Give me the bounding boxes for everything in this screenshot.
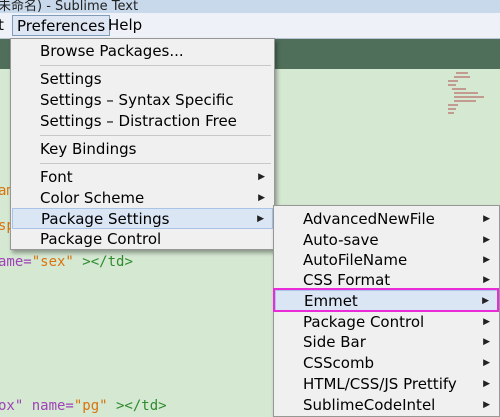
- menu-separator: [40, 65, 271, 66]
- menu-item-settings-distraction[interactable]: Settings – Distraction Free: [12, 111, 273, 132]
- menu-help[interactable]: Help: [104, 15, 146, 36]
- menu-item-label: Font: [40, 168, 73, 186]
- submenu-arrow-icon: ▶: [483, 400, 490, 410]
- window-title-bar: 未命名) - Sublime Text: [0, 0, 500, 13]
- menu-item-partial[interactable]: t: [0, 15, 8, 36]
- submenu-arrow-icon: ▶: [483, 214, 490, 224]
- menu-item-package-control[interactable]: Package Control: [12, 229, 273, 250]
- code-line-3: ame="sex" ></td>: [0, 254, 133, 270]
- menu-item-settings[interactable]: Settings: [12, 69, 273, 90]
- menu-separator: [40, 163, 271, 164]
- emmet-highlight-annotation: [273, 288, 499, 312]
- submenu-item-auto-save[interactable]: Auto-save ▶: [275, 230, 498, 251]
- code-tag: ></td>: [107, 398, 167, 414]
- menu-item-font[interactable]: Font ▶: [12, 167, 273, 188]
- submenu-arrow-icon: ▶: [483, 255, 490, 265]
- preferences-menu: Browse Packages... Settings Settings – S…: [10, 38, 275, 250]
- menu-item-label: SublimeCodeIntel: [303, 396, 436, 414]
- menu-item-label: Package Control: [40, 230, 162, 248]
- menu-item-label: Color Scheme: [40, 189, 145, 207]
- menu-item-label: Key Bindings: [40, 140, 137, 158]
- window-title: 未命名) - Sublime Text: [0, 0, 139, 13]
- menu-item-browse-packages[interactable]: Browse Packages...: [12, 41, 273, 62]
- code-attr: ox" name=: [0, 398, 74, 414]
- menu-item-settings-syntax[interactable]: Settings – Syntax Specific: [12, 90, 273, 111]
- menu-preferences[interactable]: Preferences: [12, 15, 111, 36]
- menu-item-label: Auto-save: [303, 231, 379, 249]
- menu-item-label: Side Bar: [303, 333, 366, 351]
- submenu-item-html-css-js-prettify[interactable]: HTML/CSS/JS Prettify ▶: [275, 374, 498, 395]
- menu-item-label: HTML/CSS/JS Prettify: [303, 375, 457, 393]
- menu-item-label: Settings – Syntax Specific: [40, 91, 234, 109]
- menu-item-label: Browse Packages...: [40, 42, 184, 60]
- submenu-arrow-icon: ▶: [258, 193, 265, 203]
- menu-item-package-settings[interactable]: Package Settings ▶: [12, 208, 273, 229]
- code-tag: ></td>: [73, 254, 133, 270]
- submenu-arrow-icon: ▶: [483, 317, 490, 327]
- submenu-arrow-icon: ▶: [483, 337, 490, 347]
- submenu-item-sublimecodeintel[interactable]: SublimeCodeIntel ▶: [275, 395, 498, 416]
- minimap[interactable]: [448, 70, 498, 160]
- menu-item-label: Settings – Distraction Free: [40, 112, 237, 130]
- submenu-arrow-icon: ▶: [483, 235, 490, 245]
- menu-item-label: AutoFileName: [303, 251, 408, 269]
- menu-item-label: Settings: [40, 70, 102, 88]
- submenu-item-package-control[interactable]: Package Control ▶: [275, 312, 498, 333]
- code-line-4: ox" name="pg" ></td>: [0, 398, 167, 414]
- submenu-arrow-icon: ▶: [258, 172, 265, 182]
- menu-item-label: Package Control: [303, 313, 425, 331]
- submenu-item-csscomb[interactable]: CSScomb ▶: [275, 353, 498, 374]
- submenu-item-side-bar[interactable]: Side Bar ▶: [275, 332, 498, 353]
- submenu-item-autofilename[interactable]: AutoFileName ▶: [275, 250, 498, 271]
- menu-bar: t Preferences Help: [0, 13, 500, 39]
- submenu-item-advancednewfile[interactable]: AdvancedNewFile ▶: [275, 209, 498, 230]
- menu-separator: [40, 135, 271, 136]
- submenu-arrow-icon: ▶: [257, 214, 264, 224]
- code-string: "pg": [73, 398, 108, 414]
- menu-item-key-bindings[interactable]: Key Bindings: [12, 139, 273, 160]
- menu-item-label: Package Settings: [41, 210, 170, 228]
- code-attr: ame=: [0, 254, 32, 270]
- menu-item-label: AdvancedNewFile: [303, 210, 435, 228]
- code-string: "sex": [31, 254, 74, 270]
- menu-item-color-scheme[interactable]: Color Scheme ▶: [12, 188, 273, 209]
- submenu-arrow-icon: ▶: [483, 358, 490, 368]
- submenu-arrow-icon: ▶: [483, 379, 490, 389]
- menu-item-label: CSScomb: [303, 354, 375, 372]
